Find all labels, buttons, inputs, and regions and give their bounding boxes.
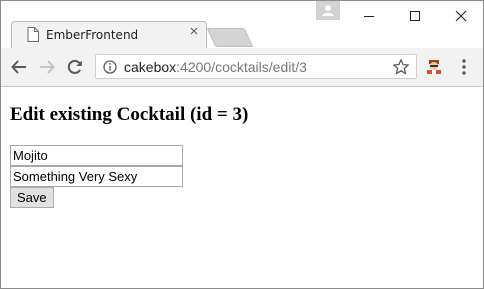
maximize-icon <box>410 10 420 21</box>
info-icon[interactable] <box>103 60 117 74</box>
person-icon <box>322 5 334 16</box>
browser-window: EmberFrontend × cakebox:4200/cocktails/e… <box>0 0 484 289</box>
star-icon[interactable] <box>392 58 410 76</box>
extension-icon[interactable] <box>424 57 444 77</box>
document-icon <box>27 27 39 42</box>
url-path: :4200/cocktails/edit/3 <box>176 59 307 75</box>
forward-arrow-icon[interactable] <box>37 57 57 77</box>
kebab-menu-icon[interactable] <box>460 58 468 76</box>
minimize-icon <box>364 15 374 17</box>
page-title: Edit existing Cocktail (id = 3) <box>10 104 249 125</box>
minimize-button[interactable] <box>346 1 392 30</box>
new-tab-button[interactable] <box>206 28 254 47</box>
tab-strip: EmberFrontend × <box>1 1 483 48</box>
maximize-button[interactable] <box>392 1 438 30</box>
tab-title: EmberFrontend <box>46 28 139 42</box>
browser-tab[interactable]: EmberFrontend × <box>11 21 207 48</box>
url-host: cakebox <box>124 59 177 75</box>
page-content: Edit existing Cocktail (id = 3) Save <box>1 87 483 288</box>
close-tab-icon[interactable]: × <box>187 24 201 39</box>
cocktail-name-input[interactable] <box>10 145 183 166</box>
cocktail-description-input[interactable] <box>10 166 183 187</box>
address-bar[interactable]: cakebox:4200/cocktails/edit/3 <box>95 54 417 79</box>
save-button[interactable]: Save <box>10 187 54 208</box>
close-icon <box>455 10 467 21</box>
reload-icon[interactable] <box>65 57 85 77</box>
back-arrow-icon[interactable] <box>9 57 29 77</box>
browser-toolbar: cakebox:4200/cocktails/edit/3 <box>1 48 483 87</box>
close-window-button[interactable] <box>438 1 483 30</box>
url-text[interactable]: cakebox:4200/cocktails/edit/3 <box>124 59 307 75</box>
profile-button[interactable] <box>316 1 340 20</box>
